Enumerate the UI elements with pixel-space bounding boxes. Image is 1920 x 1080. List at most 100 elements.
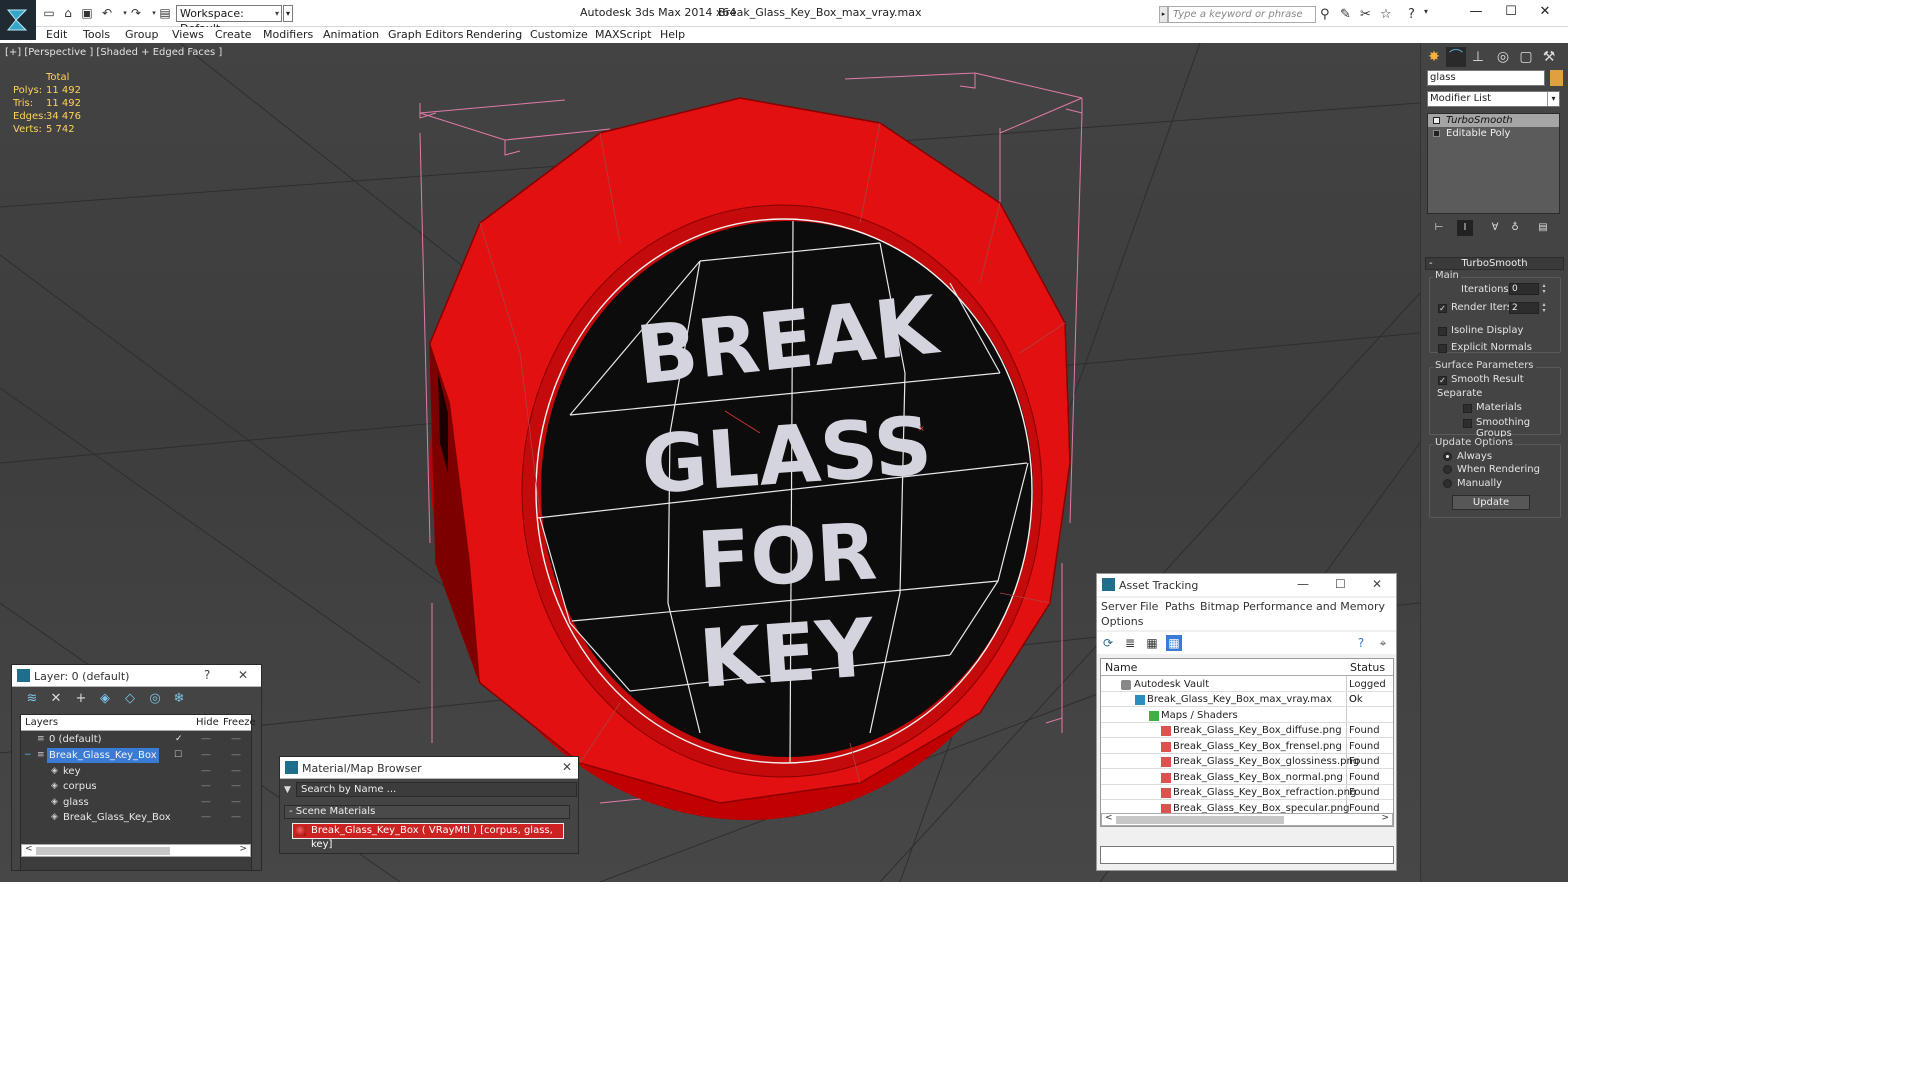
search-expand-arrow[interactable]: ▸	[1159, 6, 1168, 23]
close-button[interactable]: ✕	[1372, 577, 1382, 591]
grid-view-icon[interactable]: ▦	[1166, 635, 1182, 651]
material-search-input[interactable]: Search by Name ...	[296, 782, 577, 797]
freeze-toggle[interactable]: ----	[231, 810, 241, 825]
hide-all-layers-icon[interactable]: ◎	[147, 691, 163, 707]
menu-rendering[interactable]: Rendering	[466, 28, 522, 41]
asset-row[interactable]: Maps / Shaders	[1101, 708, 1393, 723]
always-radio[interactable]	[1443, 452, 1452, 461]
column-freeze[interactable]: Freeze	[223, 717, 256, 728]
save-file-icon[interactable]: ▣	[80, 7, 94, 20]
utilities-tab-icon[interactable]: ⚒	[1539, 47, 1559, 67]
menu-server[interactable]: Server	[1101, 600, 1137, 613]
project-folder-icon[interactable]: ▤	[158, 7, 172, 20]
redo-icon[interactable]: ↷	[129, 7, 143, 20]
scroll-thumb[interactable]	[36, 847, 170, 855]
spinner-arrows-icon[interactable]: ▴ ▾	[1540, 302, 1548, 314]
layer-horizontal-scrollbar[interactable]: < >	[21, 844, 251, 857]
scene-materials-header[interactable]: - Scene Materials	[284, 805, 570, 819]
smoothing-groups-checkbox[interactable]	[1463, 419, 1472, 428]
list-view-icon[interactable]: ≣	[1122, 635, 1138, 651]
hide-toggle[interactable]: ----	[201, 795, 211, 810]
workspace-menu-arrow[interactable]: ▾	[283, 5, 293, 22]
manually-radio[interactable]	[1443, 479, 1452, 488]
stack-item-editable-poly[interactable]: Editable Poly	[1428, 127, 1559, 140]
freeze-toggle[interactable]: ----	[231, 764, 241, 779]
modifier-list-dropdown[interactable]: Modifier List ▾	[1427, 91, 1560, 107]
remove-modifier-icon[interactable]: ♁	[1507, 220, 1523, 236]
render-iters-spinner[interactable]: 2	[1509, 302, 1539, 314]
close-button[interactable]: ✕	[238, 668, 248, 682]
menu-modifiers[interactable]: Modifiers	[263, 28, 313, 41]
workspace-select[interactable]: Workspace: Default ▾	[176, 5, 282, 35]
current-layer-check-icon[interactable]: ✓	[175, 732, 183, 747]
minimize-button[interactable]: —	[1297, 577, 1309, 591]
scroll-right-icon[interactable]: >	[239, 844, 247, 854]
menu-bitmap-performance[interactable]: Bitmap Performance and Memory	[1200, 600, 1385, 613]
add-to-layer-icon[interactable]: +	[73, 691, 89, 707]
asset-row[interactable]: Autodesk Vault Logged O	[1101, 677, 1393, 705]
menu-paths[interactable]: Paths	[1165, 600, 1195, 613]
display-tab-icon[interactable]: ▢	[1516, 47, 1536, 67]
menu-maxscript[interactable]: MAXScript	[595, 28, 651, 41]
menu-customize[interactable]: Customize	[530, 28, 588, 41]
menu-options[interactable]: Options	[1101, 615, 1143, 628]
freeze-toggle[interactable]: ----	[231, 748, 241, 763]
column-hide[interactable]: Hide	[196, 717, 219, 728]
asset-row[interactable]: Break_Glass_Key_Box_max_vray.max Ok	[1101, 692, 1393, 707]
material-browser-titlebar[interactable]: Material/Map Browser ✕	[280, 757, 578, 779]
freeze-toggle[interactable]: ----	[231, 795, 241, 810]
layer-row[interactable]: ◈ corpus ---- ----	[21, 779, 253, 794]
maximize-button[interactable]: ☐	[1335, 577, 1346, 591]
iterations-spinner[interactable]: 0	[1509, 283, 1539, 295]
materials-checkbox[interactable]	[1463, 404, 1472, 413]
motion-tab-icon[interactable]: ◎	[1493, 47, 1513, 67]
column-name[interactable]: Name	[1105, 661, 1137, 674]
freeze-toggle[interactable]: ----	[231, 779, 241, 794]
scroll-thumb[interactable]	[1116, 816, 1284, 824]
communication-icon[interactable]: ✂	[1360, 7, 1371, 22]
asset-row[interactable]: Break_Glass_Key_Box_diffuse.png Found	[1101, 723, 1393, 738]
new-file-icon[interactable]: ▭	[42, 7, 56, 20]
object-color-swatch[interactable]	[1550, 70, 1563, 86]
menu-graph-editors[interactable]: Graph Editors	[388, 28, 464, 41]
viewport-label[interactable]: [+] [Perspective ] [Shaded + Edged Faces…	[5, 47, 222, 58]
hide-toggle[interactable]: ----	[201, 810, 211, 825]
menu-animation[interactable]: Animation	[323, 28, 379, 41]
select-layer-objects-icon[interactable]: ◈	[97, 691, 113, 707]
asset-path-field[interactable]	[1100, 846, 1394, 864]
layer-row[interactable]: ≡ 0 (default) ✓ ---- ----	[21, 732, 253, 747]
layer-row[interactable]: ◈ glass ---- ----	[21, 795, 253, 810]
layer-row[interactable]: − ≡ Break_Glass_Key_Box ☐ ---- ----	[21, 748, 253, 763]
render-iters-checkbox[interactable]: ✓	[1438, 304, 1447, 313]
menu-group[interactable]: Group	[125, 28, 159, 41]
menu-tools[interactable]: Tools	[83, 28, 110, 41]
isoline-display-checkbox[interactable]	[1438, 327, 1447, 336]
hierarchy-tab-icon[interactable]: ⊥	[1468, 47, 1488, 67]
make-unique-icon[interactable]: ∀	[1487, 220, 1503, 236]
close-button[interactable]: ✕	[1522, 2, 1568, 24]
help-dropdown-icon[interactable]: ▾	[1424, 7, 1428, 16]
close-button[interactable]: ✕	[562, 760, 572, 774]
table-view-icon[interactable]: ▦	[1144, 635, 1160, 651]
lightbulb-icon[interactable]	[1433, 117, 1440, 124]
binoculars-icon[interactable]: ⚲	[1320, 7, 1330, 22]
show-end-result-icon[interactable]: I	[1457, 220, 1473, 236]
scroll-left-icon[interactable]: <	[1105, 813, 1113, 823]
browser-options-icon[interactable]: ▼	[284, 785, 291, 795]
stack-item-turbosmooth[interactable]: TurboSmooth	[1428, 114, 1559, 127]
menu-create[interactable]: Create	[215, 28, 252, 41]
menu-edit[interactable]: Edit	[46, 28, 67, 41]
layer-row[interactable]: ◈ Break_Glass_Key_Box ---- ----	[21, 810, 253, 825]
refresh-icon[interactable]: ⟳	[1100, 635, 1116, 651]
create-layer-icon[interactable]: ≋	[24, 691, 40, 707]
asset-row[interactable]: Break_Glass_Key_Box_normal.png Found	[1101, 770, 1393, 785]
pin-stack-icon[interactable]: ⊢	[1431, 220, 1447, 236]
asset-row[interactable]: Break_Glass_Key_Box_refraction.png Found	[1101, 785, 1393, 800]
infocenter-search-input[interactable]: Type a keyword or phrase	[1168, 6, 1316, 23]
help-icon[interactable]: ?	[1408, 7, 1415, 22]
scroll-right-icon[interactable]: >	[1381, 813, 1389, 823]
undo-icon[interactable]: ↶	[100, 7, 114, 20]
freeze-toggle[interactable]: ----	[231, 732, 241, 747]
turbosmooth-rollout-header[interactable]: - TurboSmooth	[1425, 257, 1564, 270]
hide-toggle[interactable]: ----	[201, 748, 211, 763]
